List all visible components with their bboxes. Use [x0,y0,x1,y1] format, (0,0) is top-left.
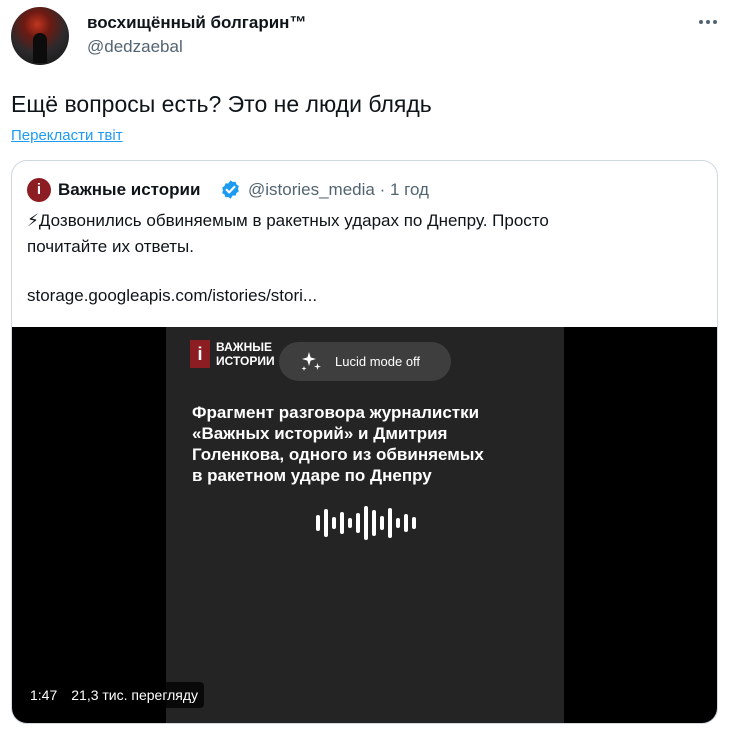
quoted-text-line: почитайте их ответы. [27,237,195,256]
video-duration: 1:47 [30,687,58,703]
author-display-name[interactable]: восхищённый болгарин™ [87,13,306,33]
istories-logo: i ВАЖНЫЕ ИСТОРИИ [190,340,275,368]
tweet-text: Ещё вопросы есть? Это не люди блядь [11,91,432,117]
quoted-tweet[interactable]: i Важные истории @istories_media · 1 год… [11,160,718,724]
verified-icon [222,180,239,199]
more-icon[interactable] [694,12,722,32]
video-frame[interactable]: i ВАЖНЫЕ ИСТОРИИ Lucid mode off Фрагмент… [166,327,564,723]
quoted-text: ⚡Дозвонились обвиняемым в ракетных удара… [27,208,697,260]
audio-wave-icon [316,506,416,540]
video-views: 21,3 тис. перегляду [71,687,199,703]
quoted-avatar[interactable]: i [27,178,51,202]
logo-line: ИСТОРИИ [216,354,275,368]
lucid-mode-label: Lucid mode off [335,354,421,369]
video-headline: Фрагмент разговора журналистки «Важных и… [192,402,562,486]
quoted-text-line: ⚡Дозвонились обвиняемым в ракетных удара… [27,211,549,230]
quoted-handle-time[interactable]: @istories_media · 1 год [248,180,429,200]
lucid-mode-toggle[interactable]: Lucid mode off [279,342,451,381]
logo-text: ВАЖНЫЕ ИСТОРИИ [216,340,275,368]
translate-tweet-link[interactable]: Перекласти твіт [11,127,123,144]
headline-line: Фрагмент разговора журналистки [192,403,480,422]
quoted-display-name[interactable]: Важные истории [58,180,200,200]
video-stats-badge: 1:47 21,3 тис. перегляду [24,682,205,708]
author-avatar[interactable] [11,7,69,65]
quoted-link[interactable]: storage.googleapis.com/istories/stori... [27,286,317,306]
logo-line: ВАЖНЫЕ [216,340,272,354]
sparkle-icon [301,351,321,371]
headline-line: Голенкова, одного из обвиняемых [192,445,484,464]
video-player[interactable]: i ВАЖНЫЕ ИСТОРИИ Lucid mode off Фрагмент… [12,327,717,723]
headline-line: в ракетном ударе по Днепру [192,466,432,485]
logo-mark: i [190,340,210,368]
headline-line: «Важных историй» и Дмитрия [192,424,448,443]
author-handle[interactable]: @dedzaebal [87,37,183,57]
